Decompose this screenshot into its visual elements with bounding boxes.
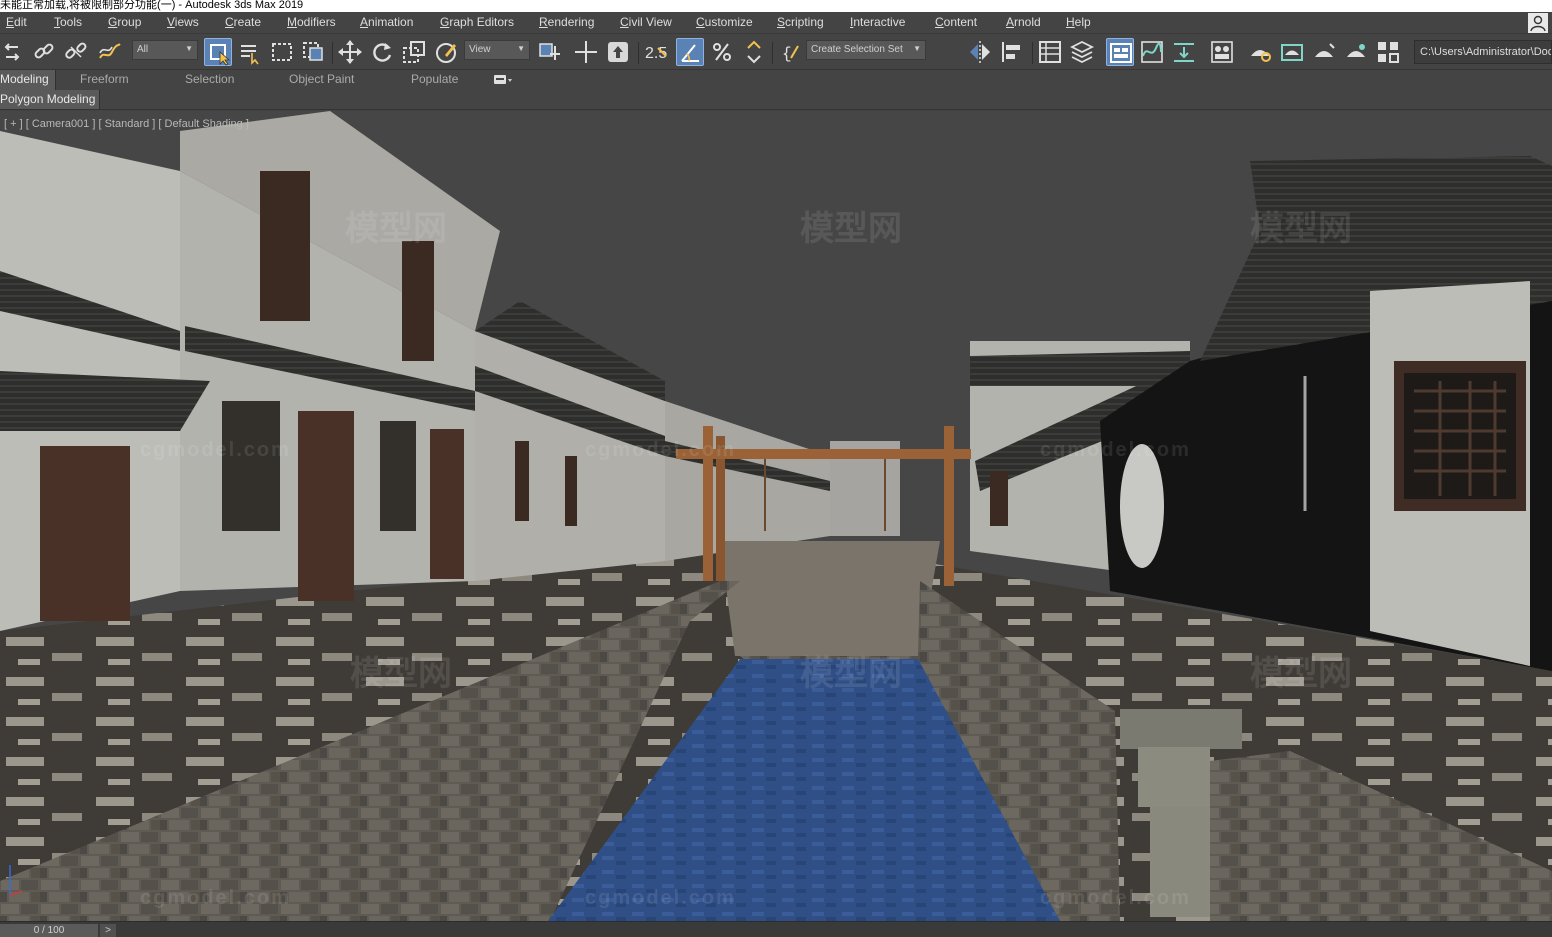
menu-bar: Edit Tools Group Views Create Modifiers … [0, 12, 1552, 34]
unlink-icon[interactable] [62, 38, 90, 66]
spinner-snap-icon[interactable] [740, 38, 768, 66]
curve-editor-icon[interactable] [1138, 38, 1166, 66]
toolbar-separator [772, 42, 773, 64]
menu-animation[interactable]: Animation [360, 15, 413, 29]
watermark-logo: 模型网 [800, 210, 902, 248]
menu-views[interactable]: Views [167, 15, 199, 29]
time-slider[interactable]: 0 / 100 [0, 924, 98, 937]
menu-customize[interactable]: Customize [696, 15, 753, 29]
main-toolbar: All ▼ View ▼ 2.5 {Create Selection Set … [0, 34, 1552, 70]
link-icon[interactable] [30, 38, 58, 66]
next-frame-button[interactable]: > [100, 924, 116, 937]
menu-help[interactable]: Help [1066, 15, 1091, 29]
select-object-icon[interactable] [204, 38, 232, 66]
move-icon[interactable] [336, 38, 364, 66]
polygon-modeling-panel[interactable]: Polygon Modeling [0, 90, 101, 109]
ribbon-tabs: Modeling Freeform Selection Object Paint… [0, 70, 1552, 90]
watermark-logo: 模型网 [345, 210, 447, 248]
menu-create[interactable]: Create [225, 15, 261, 29]
watermark-logo: 模型网 [1250, 655, 1352, 693]
reference-coord-value: View [469, 44, 491, 55]
rectangular-selection-icon[interactable] [268, 38, 296, 66]
layer-explorer-icon[interactable] [1068, 38, 1096, 66]
watermark-site: cgmodel.com [585, 887, 736, 909]
svg-text:{: { [782, 45, 792, 63]
menu-graph-editors[interactable]: Graph Editors [440, 15, 514, 29]
tab-modeling[interactable]: Modeling [0, 70, 56, 90]
watermark-site: cgmodel.com [1040, 439, 1191, 461]
reference-coord-dropdown[interactable]: View ▼ [464, 40, 530, 60]
menu-arnold[interactable]: Arnold [1006, 15, 1041, 29]
scale-icon[interactable] [400, 38, 428, 66]
render-production-icon[interactable] [1310, 38, 1338, 66]
keyboard-shortcut-icon[interactable] [604, 38, 632, 66]
chevron-down-icon: ▼ [185, 44, 193, 53]
toolbar-separator [638, 42, 639, 64]
tab-object-paint[interactable]: Object Paint [289, 72, 354, 86]
time-bar: 0 / 100 > [0, 921, 1552, 937]
watermark-logo: 模型网 [350, 655, 452, 693]
watermark-site: cgmodel.com [585, 439, 736, 461]
menu-civil-view[interactable]: Civil View [620, 15, 672, 29]
chevron-down-icon: ▼ [913, 44, 921, 53]
named-selection-value: Create Selection Set [811, 44, 903, 55]
manipulate-icon[interactable] [572, 38, 600, 66]
tab-populate[interactable]: Populate [411, 72, 458, 86]
rendered-frame-icon[interactable] [1278, 38, 1306, 66]
selection-filter-dropdown[interactable]: All ▼ [132, 40, 198, 60]
align-icon[interactable] [998, 38, 1026, 66]
render-iterative-icon[interactable] [1342, 38, 1370, 66]
menu-scripting[interactable]: Scripting [777, 15, 824, 29]
ribbon-toggle-icon[interactable] [1106, 38, 1134, 66]
user-account-icon[interactable] [1528, 13, 1548, 33]
selection-filter-value: All [137, 44, 149, 55]
toolbar-separator [1032, 42, 1033, 64]
render-activeshade-icon[interactable] [1374, 38, 1402, 66]
undo-icon[interactable] [0, 38, 28, 66]
watermark-logo: 模型网 [1250, 210, 1352, 248]
chevron-down-icon: ▼ [517, 44, 525, 53]
menu-tools[interactable]: Tools [54, 15, 82, 29]
scene-explorer-icon[interactable] [1036, 38, 1064, 66]
edit-named-selection-icon[interactable]: { [778, 38, 806, 66]
place-icon[interactable] [432, 38, 460, 66]
schematic-view-icon[interactable] [1170, 38, 1198, 66]
window-title: 未能正常加载,将被限制部分功能(一) - Autodesk 3ds Max 20… [0, 0, 304, 11]
menu-content[interactable]: Content [935, 15, 977, 29]
rotate-icon[interactable] [368, 38, 396, 66]
menu-rendering[interactable]: Rendering [539, 15, 594, 29]
angle-snap-icon[interactable] [676, 38, 704, 66]
toolbar-separator [332, 42, 333, 64]
named-selection-dropdown[interactable]: Create Selection Set ▼ [806, 40, 926, 60]
percent-snap-icon[interactable] [708, 38, 736, 66]
watermark-site: cgmodel.com [1040, 887, 1191, 909]
render-setup-icon[interactable] [1246, 38, 1274, 66]
menu-edit[interactable]: Edit [6, 15, 27, 29]
mirror-icon[interactable] [966, 38, 994, 66]
bind-space-warp-icon[interactable] [96, 38, 124, 66]
menu-group[interactable]: Group [108, 15, 141, 29]
window-crossing-icon[interactable] [300, 38, 328, 66]
title-bar: 未能正常加载,将被限制部分功能(一) - Autodesk 3ds Max 20… [0, 0, 1552, 12]
ribbon-options-icon[interactable] [493, 74, 513, 86]
watermark-site: cgmodel.com [140, 439, 291, 461]
tab-freeform[interactable]: Freeform [80, 72, 129, 86]
menu-interactive[interactable]: Interactive [850, 15, 905, 29]
tab-selection[interactable]: Selection [185, 72, 234, 86]
watermark-logo: 模型网 [800, 655, 902, 693]
project-path-field[interactable]: C:\Users\Administrator\Doc [1414, 40, 1552, 64]
ribbon-subpanel-bar: Polygon Modeling [0, 90, 1552, 110]
material-editor-icon[interactable] [1208, 38, 1236, 66]
watermark-site: cgmodel.com [140, 887, 291, 909]
menu-modifiers[interactable]: Modifiers [287, 15, 336, 29]
snaps-icon[interactable]: 2.5 [642, 38, 670, 66]
select-by-name-icon[interactable] [236, 38, 264, 66]
camera-viewport[interactable]: [ + ] [ Camera001 ] [ Standard ] [ Defau… [0, 111, 1552, 921]
pivot-icon[interactable] [536, 38, 564, 66]
viewport-label[interactable]: [ + ] [ Camera001 ] [ Standard ] [ Defau… [4, 118, 249, 130]
